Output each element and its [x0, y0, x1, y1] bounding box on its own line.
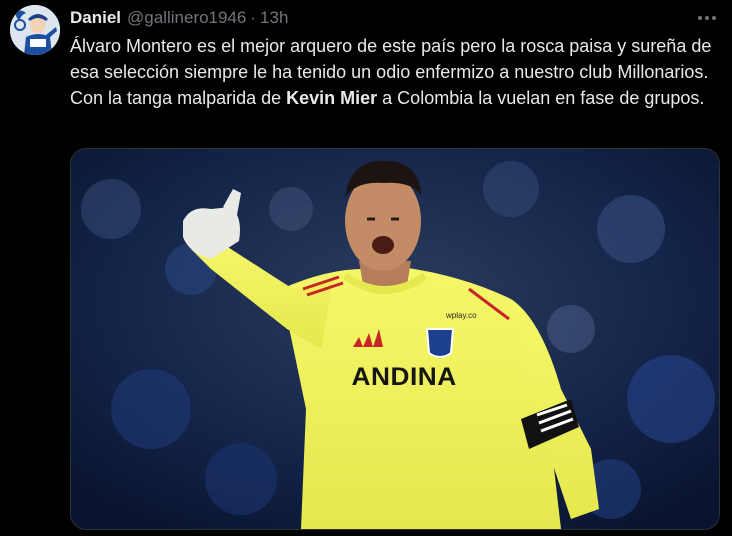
media-photo: [71, 149, 719, 529]
more-options-button[interactable]: [694, 6, 720, 30]
tweet-header: Daniel @gallinero1946 · 13h: [70, 6, 670, 30]
tweet-timestamp[interactable]: 13h: [260, 8, 288, 28]
tweet-media[interactable]: wplay.co ANDINA: [70, 148, 720, 530]
more-dots-icon: [698, 16, 716, 20]
sponsor-text: wplay.co: [446, 311, 477, 320]
jersey-text: ANDINA: [351, 363, 457, 391]
avatar[interactable]: [10, 5, 60, 55]
author-name[interactable]: Daniel: [70, 8, 121, 28]
tweet-text-part2: a Colombia la vuelan en fase de grupos.: [377, 88, 705, 108]
tweet-text: Álvaro Montero es el mejor arquero de es…: [70, 33, 720, 111]
avatar-image: [10, 5, 60, 55]
author-handle[interactable]: @gallinero1946: [127, 8, 246, 28]
separator-dot: ·: [250, 8, 257, 27]
tweet-text-mention: Kevin Mier: [286, 88, 378, 108]
